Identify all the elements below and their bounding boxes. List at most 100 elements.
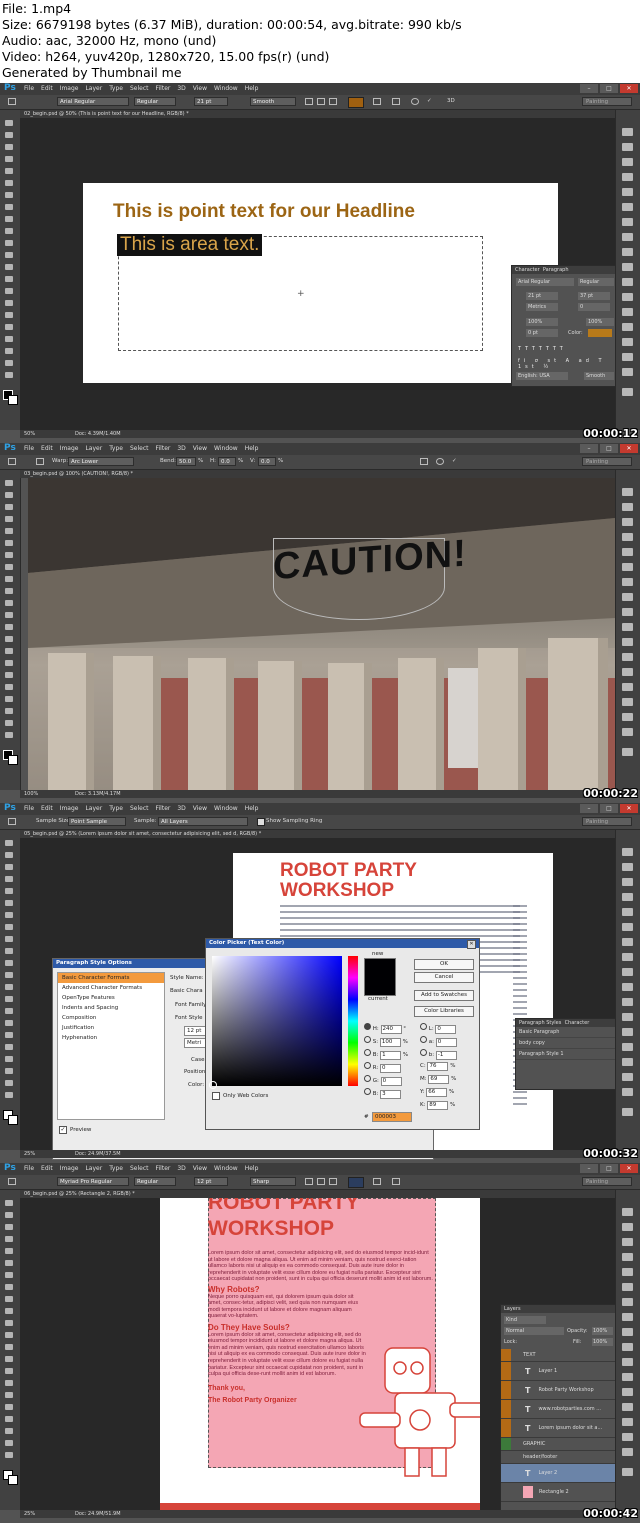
category-item[interactable]: Advanced Character Formats [58, 983, 164, 993]
s-field[interactable]: 100 [379, 1038, 401, 1047]
v-distort-field[interactable]: 0.0 [258, 457, 276, 466]
warp-orientation-icon[interactable] [36, 458, 44, 465]
para-style-item[interactable]: body copy [516, 1038, 616, 1049]
menu-type[interactable]: Type [109, 85, 123, 92]
radio-blue[interactable] [364, 1088, 371, 1095]
char-font-family[interactable]: Arial Regular [516, 278, 574, 286]
menu-view[interactable]: View [193, 805, 207, 812]
background-color[interactable] [8, 1115, 18, 1125]
zoom-level[interactable]: 100% [24, 791, 38, 797]
radio-b[interactable] [364, 1049, 371, 1056]
sample-size-select[interactable]: Point Sample [68, 817, 126, 826]
color-libraries-button[interactable]: Color Libraries [414, 1006, 474, 1017]
eye-icon[interactable] [501, 1419, 511, 1437]
radio-lab-b[interactable] [420, 1049, 427, 1056]
char-color-swatch[interactable] [588, 329, 612, 337]
web-colors-checkbox[interactable] [212, 1092, 220, 1100]
layer-row[interactable]: GRAPHIC [501, 1438, 617, 1451]
radio-r[interactable] [364, 1062, 371, 1069]
menu-layer[interactable]: Layer [85, 85, 102, 92]
close-button[interactable]: ✕ [620, 1164, 638, 1173]
eye-icon[interactable] [501, 1451, 511, 1463]
menu-select[interactable]: Select [130, 805, 149, 812]
menu-type[interactable]: Type [109, 805, 123, 812]
char-language[interactable]: English: USA [516, 372, 568, 380]
a-field[interactable]: 0 [435, 1038, 457, 1047]
sampling-ring-checkbox[interactable] [257, 818, 265, 826]
menu-file[interactable]: File [24, 805, 34, 812]
layer-row[interactable]: T Robot Party Workshop [501, 1381, 617, 1400]
close-button[interactable]: ✕ [620, 84, 638, 93]
ok-button[interactable]: OK [414, 959, 474, 970]
menu-image[interactable]: Image [60, 805, 79, 812]
menu-3d[interactable]: 3D [177, 85, 185, 92]
menu-layer[interactable]: Layer [85, 1165, 102, 1172]
layer-filter-select[interactable]: Kind [504, 1316, 546, 1324]
align-right-icon[interactable] [329, 98, 337, 105]
document-tab[interactable]: 05_begin.psd @ 25% (Lorem ipsum dolor si… [20, 830, 615, 838]
hue-slider[interactable] [348, 956, 358, 1086]
warp-text-icon[interactable] [373, 1178, 381, 1185]
lab-b-field[interactable]: -1 [435, 1051, 457, 1060]
font-style-select[interactable]: Regular [134, 97, 176, 106]
dialog-close-icon[interactable]: ✕ [467, 940, 476, 949]
category-item[interactable]: Indents and Spacing [58, 1003, 164, 1013]
h-field[interactable]: 240 [380, 1025, 402, 1034]
panels-icon[interactable] [392, 98, 400, 105]
add-to-swatches-button[interactable]: Add to Swatches [414, 990, 474, 1001]
text-color-swatch[interactable] [348, 97, 364, 108]
anti-alias-select[interactable]: Smooth [250, 97, 296, 106]
layer-row[interactable]: T Lorem ipsum dolor sit a... [501, 1419, 617, 1438]
headline-text[interactable]: This is point text for our Headline [113, 201, 415, 223]
font-size-select[interactable]: 21 pt [194, 97, 228, 106]
sample-select[interactable]: All Layers [158, 817, 248, 826]
align-center-icon[interactable] [317, 1178, 325, 1185]
type-tool-icon[interactable] [8, 98, 16, 105]
char-tracking[interactable]: 0 [578, 303, 610, 311]
bend-field[interactable]: 50.0 [176, 457, 196, 466]
warp-style-select[interactable]: Arc Lower [68, 457, 134, 466]
panels-icon[interactable] [392, 1178, 400, 1185]
radio-g[interactable] [364, 1075, 371, 1082]
background-color[interactable] [8, 755, 18, 765]
layer-row-selected[interactable]: T Layer 2 [501, 1464, 617, 1483]
b-field[interactable]: 1 [380, 1051, 402, 1060]
font-family-select[interactable]: Arial Regular [57, 97, 129, 106]
align-left-icon[interactable] [305, 1178, 313, 1185]
menu-3d[interactable]: 3D [177, 805, 185, 812]
menu-help[interactable]: Help [245, 85, 259, 92]
menu-select[interactable]: Select [130, 1165, 149, 1172]
menu-layer[interactable]: Layer [85, 805, 102, 812]
menu-window[interactable]: Window [214, 1165, 238, 1172]
menu-file[interactable]: File [24, 445, 34, 452]
font-size-select[interactable]: 12 pt [194, 1177, 228, 1186]
align-left-icon[interactable] [305, 98, 313, 105]
zoom-level[interactable]: 50% [24, 431, 35, 437]
menu-select[interactable]: Select [130, 445, 149, 452]
workspace-select[interactable]: Painting [582, 817, 632, 826]
eye-icon[interactable] [501, 1438, 511, 1450]
char-antialias[interactable]: Smooth [584, 372, 614, 380]
eye-icon[interactable] [501, 1362, 511, 1380]
maximize-button[interactable]: □ [600, 444, 618, 453]
menu-file[interactable]: File [24, 85, 34, 92]
eyedropper-icon[interactable] [8, 818, 16, 825]
zoom-level[interactable]: 25% [24, 1151, 35, 1157]
menu-3d[interactable]: 3D [177, 1165, 185, 1172]
layer-row[interactable]: header/footer [501, 1451, 617, 1464]
cancel-button[interactable]: Cancel [414, 972, 474, 983]
faux-style-buttons[interactable]: TTTTTTT [518, 346, 567, 352]
web-colors-row[interactable]: Only Web Colors [212, 1092, 268, 1100]
font-family-select[interactable]: Myriad Pro Regular [57, 1177, 129, 1186]
menu-filter[interactable]: Filter [156, 85, 171, 92]
menu-filter[interactable]: Filter [156, 805, 171, 812]
character-tab[interactable]: Character [515, 267, 540, 273]
radio-h[interactable] [364, 1023, 371, 1030]
area-text-box[interactable]: This is area text. + [117, 234, 483, 351]
m-field[interactable]: 69 [428, 1075, 450, 1084]
menu-filter[interactable]: Filter [156, 445, 171, 452]
eye-icon[interactable] [501, 1483, 511, 1501]
menu-image[interactable]: Image [60, 85, 79, 92]
menu-layer[interactable]: Layer [85, 445, 102, 452]
workspace-select[interactable]: Painting [582, 1177, 632, 1186]
